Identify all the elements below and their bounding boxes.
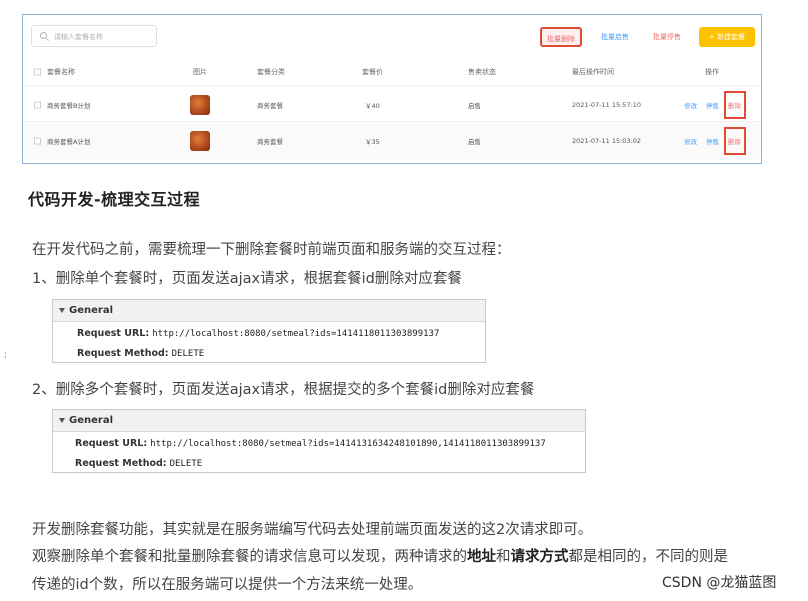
search-placeholder: 请输入套餐名称 — [54, 33, 103, 41]
stray-mark: ; — [4, 350, 8, 360]
setmeal-category: 商务套餐 — [257, 101, 283, 110]
general-panel-title: General — [69, 305, 113, 316]
general-panel-header[interactable]: General — [53, 410, 585, 432]
batch-stop-sale-button[interactable]: 批量停售 — [650, 27, 684, 47]
section-heading: 代码开发-梳理交互过程 — [28, 190, 201, 209]
request-method-label: Request Method: — [75, 458, 167, 469]
request-method-value: DELETE — [171, 349, 205, 359]
paragraph-2-part-c: 和 — [496, 549, 511, 565]
general-panel-single: General Request URL: http://localhost:80… — [52, 299, 486, 363]
request-url-label: Request URL: — [75, 438, 148, 449]
row-checkbox[interactable] — [34, 137, 41, 144]
column-header-updated-time: 最后操作时间 — [572, 68, 614, 76]
paragraph-3: 传递的id个数，所以在服务端可以提供一个方法来统一处理。 — [32, 577, 423, 593]
collapse-triangle-icon — [59, 307, 65, 313]
stop-sale-link[interactable]: 停售 — [706, 100, 719, 110]
setmeal-category: 商务套餐 — [257, 137, 283, 146]
setmeal-status: 启售 — [468, 137, 481, 146]
intro-text: 在开发代码之前，需要梳理一下删除套餐时前端页面和服务端的交互过程： — [32, 242, 511, 258]
new-setmeal-button[interactable]: + 新建套餐 — [699, 27, 755, 47]
setmeal-updated-time: 2021-07-11 15:57:10 — [572, 100, 642, 109]
request-method-line: Request Method: DELETE — [77, 348, 204, 359]
paragraph-1: 开发删除套餐功能，其实就是在服务端编写代码去处理前端页面发送的这2次请求即可。 — [32, 522, 593, 538]
search-input[interactable]: 请输入套餐名称 — [31, 25, 157, 47]
edit-link[interactable]: 修改 — [684, 136, 697, 146]
setmeal-price: ￥40 — [365, 101, 380, 110]
step-1-text: 1、删除单个套餐时，页面发送ajax请求，根据套餐id删除对应套餐 — [32, 271, 462, 287]
setmeal-updated-time: 2021-07-11 15:03:02 — [572, 136, 642, 145]
column-header-status: 售卖状态 — [468, 68, 496, 76]
stop-sale-link[interactable]: 停售 — [706, 136, 719, 146]
request-url-value: http://localhost:8080/setmeal?ids=141411… — [152, 329, 440, 339]
request-method-value: DELETE — [169, 459, 203, 469]
search-icon — [40, 32, 47, 39]
row-checkbox[interactable] — [34, 101, 41, 108]
collapse-triangle-icon — [59, 417, 65, 423]
request-method-line: Request Method: DELETE — [75, 458, 202, 469]
paragraph-2: 观察删除单个套餐和批量删除套餐的请求信息可以发现，两种请求的地址和请求方式都是相… — [32, 545, 728, 566]
setmeal-image — [190, 130, 210, 151]
request-method-label: Request Method: — [77, 348, 169, 359]
delete-link[interactable]: 删除 — [728, 136, 741, 146]
paragraph-2-part-a: 观察删除单个套餐和批量删除套餐的请求信息可以发现，两种请求的 — [32, 549, 467, 565]
setmeal-price: ￥35 — [365, 137, 380, 146]
delete-link[interactable]: 删除 — [728, 100, 741, 110]
select-all-checkbox[interactable] — [34, 68, 41, 76]
table-header: 套餐名称 图片 套餐分类 套餐价 售卖状态 最后操作时间 操作 — [23, 59, 761, 85]
table-row: 商务套餐B计划 商务套餐 ￥40 启售 2021-07-11 15:57:10 … — [23, 85, 761, 123]
paragraph-2-part-e: 都是相同的，不同的则是 — [568, 549, 729, 565]
column-header-name: 套餐名称 — [47, 68, 75, 76]
batch-delete-button[interactable]: 批量删除 — [540, 27, 582, 47]
request-url-line: Request URL: http://localhost:8080/setme… — [75, 438, 546, 449]
setmeal-status: 启售 — [468, 101, 481, 110]
setmeal-image — [190, 94, 210, 115]
column-header-image: 图片 — [193, 68, 207, 76]
setmeal-name: 商务套餐B计划 — [47, 101, 91, 110]
request-url-line: Request URL: http://localhost:8080/setme… — [77, 328, 439, 339]
setmeal-name: 商务套餐A计划 — [47, 137, 91, 146]
general-panel-batch: General Request URL: http://localhost:80… — [52, 409, 586, 473]
csdn-watermark: CSDN @龙猫蓝图 — [662, 575, 777, 591]
table-row: 商务套餐A计划 商务套餐 ￥35 启售 2021-07-11 15:03:02 … — [23, 121, 761, 159]
emphasis-address: 地址 — [467, 549, 496, 565]
general-panel-title: General — [69, 415, 113, 426]
emphasis-request-method: 请求方式 — [510, 549, 569, 565]
column-header-price: 套餐价 — [362, 68, 383, 76]
batch-start-sale-button[interactable]: 批量启售 — [598, 27, 632, 47]
column-header-category: 套餐分类 — [257, 68, 285, 76]
request-url-value: http://localhost:8080/setmeal?ids=141413… — [150, 439, 546, 449]
general-panel-header[interactable]: General — [53, 300, 485, 322]
column-header-actions: 操作 — [705, 68, 719, 76]
edit-link[interactable]: 修改 — [684, 100, 697, 110]
step-2-text: 2、删除多个套餐时，页面发送ajax请求，根据提交的多个套餐id删除对应套餐 — [32, 382, 535, 398]
setmeal-management-screenshot: 请输入套餐名称 批量删除 批量启售 批量停售 + 新建套餐 套餐名称 图片 套餐… — [22, 14, 762, 164]
request-url-label: Request URL: — [77, 328, 150, 339]
